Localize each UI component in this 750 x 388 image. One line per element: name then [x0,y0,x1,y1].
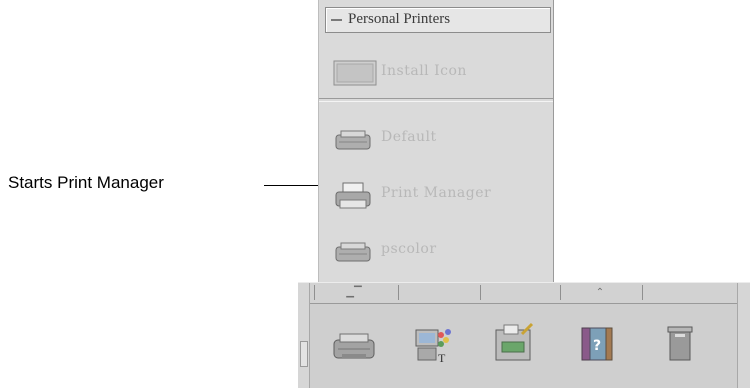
subpanel-title-bar[interactable]: Personal Printers [325,7,551,33]
printer-icon[interactable] [330,320,378,368]
front-panel-left-edge [298,283,310,388]
print-manager-icon [335,182,371,209]
front-panel-icon-row: T ? [310,304,738,388]
front-panel-move-handle[interactable] [300,341,308,367]
subpanel-item-print-manager[interactable]: Print Manager [329,178,547,210]
front-panel-right-edge [737,283,750,388]
personal-printers-subpanel: Personal Printers Install Icon Default P… [318,0,554,282]
subpanel-item-pscolor[interactable]: pscolor [329,234,547,266]
printer-icon [335,130,371,150]
arrow-up-icon: ⌃ [595,287,605,298]
subpanel-arrow-row: ▁▔ ⌃ [310,283,738,304]
subpanel-arrow-help[interactable]: ⌃ [560,285,639,300]
arrow-down-icon: ▁▔ [346,287,362,298]
subpanel-arrow-trash[interactable] [642,285,721,300]
subpanel-item-label: pscolor [381,241,437,257]
printer-icon [335,242,371,262]
svg-text:T: T [438,351,446,365]
subpanel-divider [319,98,553,102]
install-drop-zone-icon [333,60,377,86]
trash-icon[interactable] [656,320,704,368]
subpanel-item-default[interactable]: Default [329,122,547,154]
style-manager-icon[interactable]: T [410,320,458,368]
callout-label: Starts Print Manager [8,173,164,192]
application-manager-icon[interactable] [490,320,538,368]
install-icon-label: Install Icon [381,63,467,79]
subpanel-arrow-style[interactable] [398,285,477,300]
callout-leader-line [264,185,319,186]
subpanel-title: Personal Printers [348,11,451,27]
svg-text:?: ? [593,338,601,354]
subpanel-item-label: Default [381,129,437,145]
subpanel-arrow-apps[interactable] [480,285,559,300]
subpanel-item-label: Print Manager [381,185,492,201]
subpanel-arrow-printers[interactable]: ▁▔ [314,285,393,300]
minimize-icon[interactable] [331,19,342,21]
install-icon-drop-zone[interactable]: Install Icon [329,56,547,88]
help-icon[interactable]: ? [572,320,620,368]
front-panel: ▁▔ ⌃ T ? [298,282,750,388]
